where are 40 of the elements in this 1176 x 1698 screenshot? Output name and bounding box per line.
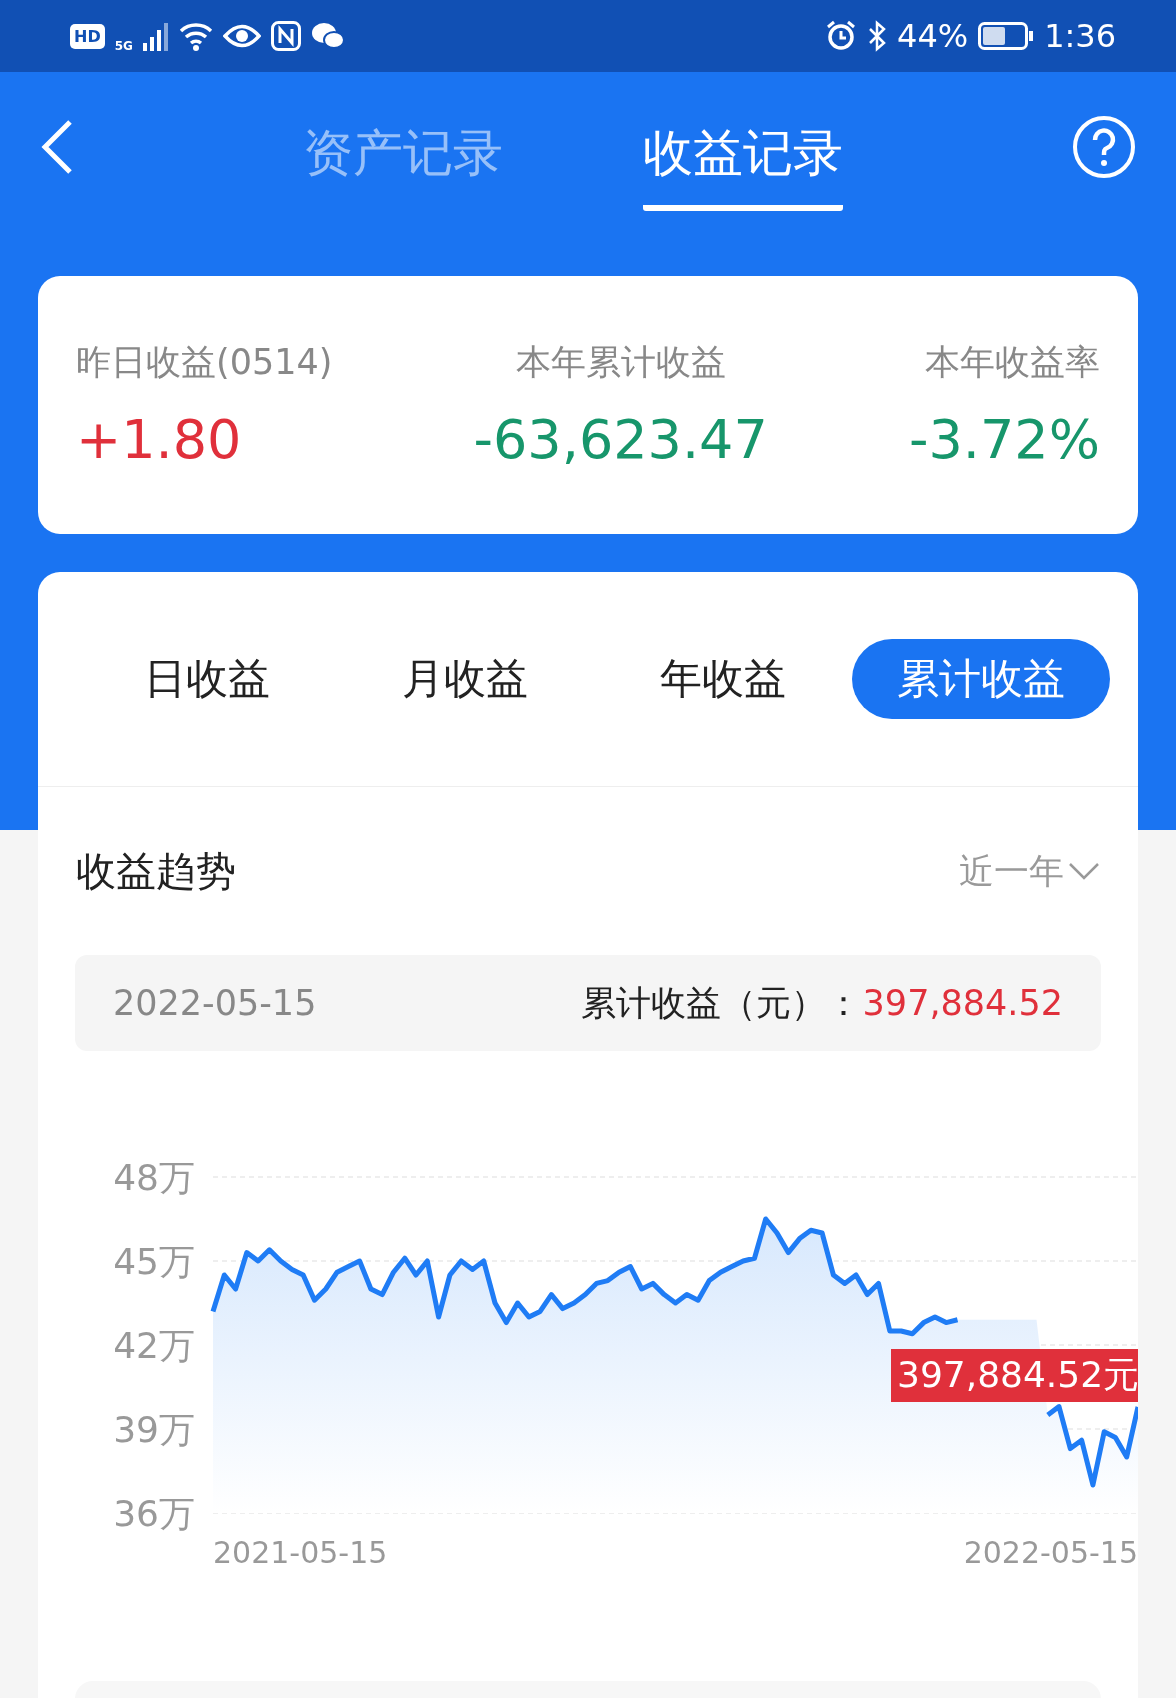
axis-label: 36万 [113,1493,195,1534]
chevron-down-icon [1068,861,1100,881]
summary-value: -63,623.47 [473,408,768,471]
axis-label: 45万 [113,1241,195,1282]
value-tooltip: 397,884.52元 [891,1349,1138,1402]
help-icon[interactable] [1072,115,1136,179]
axis-label: 48万 [113,1157,195,1198]
header-tab[interactable]: 资产记录 [303,103,503,211]
eye-icon [222,23,261,49]
bluetooth-icon [867,20,887,52]
hd-icon: HD [70,23,105,49]
summary-label: 本年累计收益 [515,341,726,384]
axis-label: 42万 [113,1325,195,1366]
date-label: 2022-05-15 [113,983,317,1023]
battery-percent: 44% [897,17,969,55]
total-label: 累计收益（元）： [580,981,861,1025]
axis-label: 2022-05-15 [963,1535,1138,1570]
period-tab[interactable]: 累计收益 [852,639,1110,719]
summary-value: -3.72% [908,408,1100,471]
header-tab[interactable]: 收益记录 [643,103,843,211]
summary-label: 本年收益率 [925,341,1100,384]
nfc-icon [270,21,301,51]
network-label: 5G [114,39,133,53]
signal-icon [142,21,169,51]
chat-icon [310,22,345,50]
alarm-icon [825,20,857,52]
period-tab[interactable]: 年收益 [594,639,852,719]
wifi-icon [178,21,213,51]
axis-label: 2021-05-15 [213,1535,388,1570]
back-icon[interactable] [40,119,74,175]
battery-icon [978,22,1035,50]
period-tab[interactable]: 日收益 [78,639,336,719]
summary-value: +1.80 [76,408,242,471]
section-title: 收益趋势 [76,846,236,896]
axis-label: 39万 [113,1409,195,1450]
clock-time: 1:36 [1044,17,1116,55]
period-tab[interactable]: 月收益 [336,639,594,719]
range-dropdown[interactable]: 近一年 [959,847,1100,895]
summary-label: 昨日收益(0514) [76,341,333,384]
total-value: 397,884.52 [862,983,1063,1023]
